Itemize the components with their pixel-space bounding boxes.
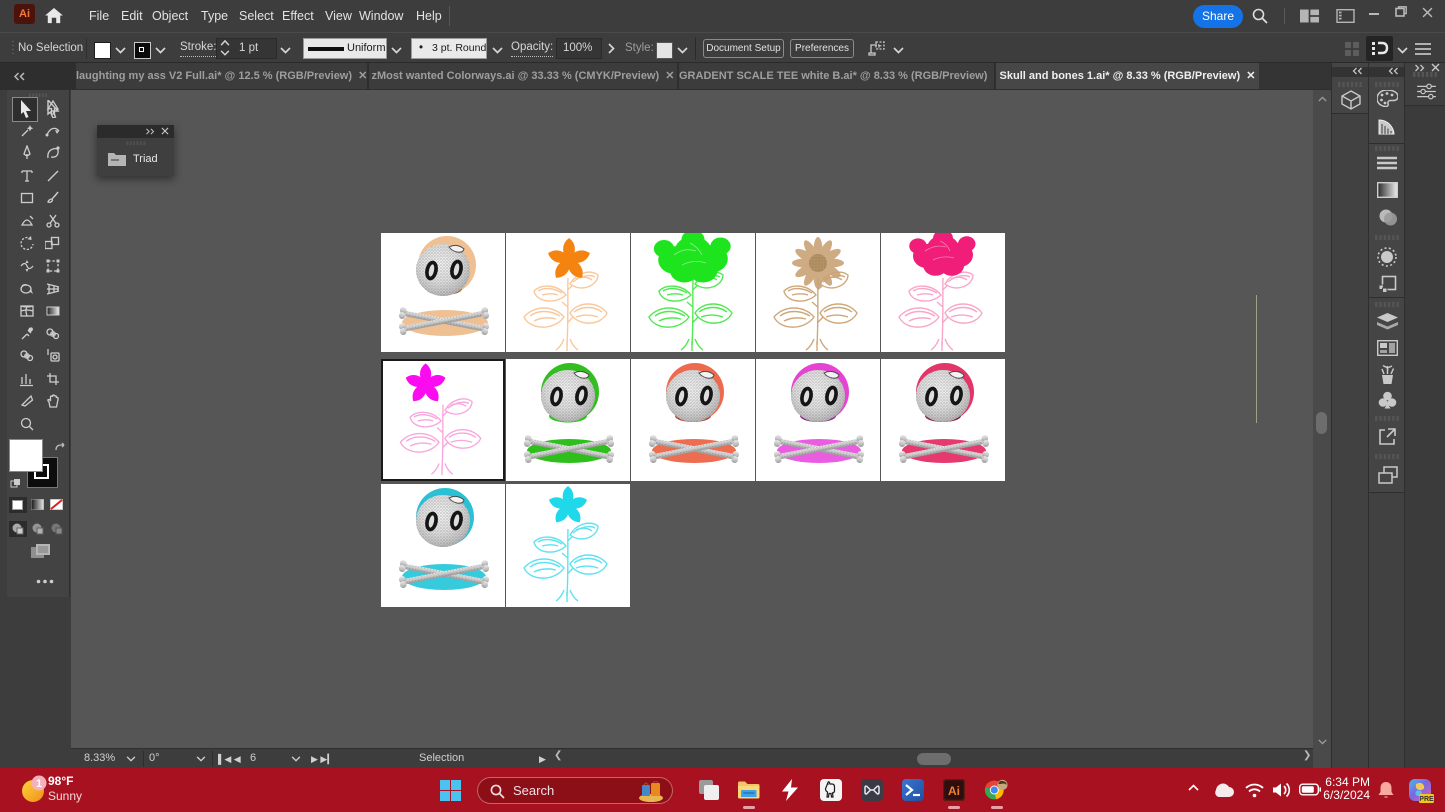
svg-text:Ai: Ai [948,784,960,798]
svg-text:1: 1 [36,778,42,790]
svg-text:PRE: PRE [1419,796,1434,803]
